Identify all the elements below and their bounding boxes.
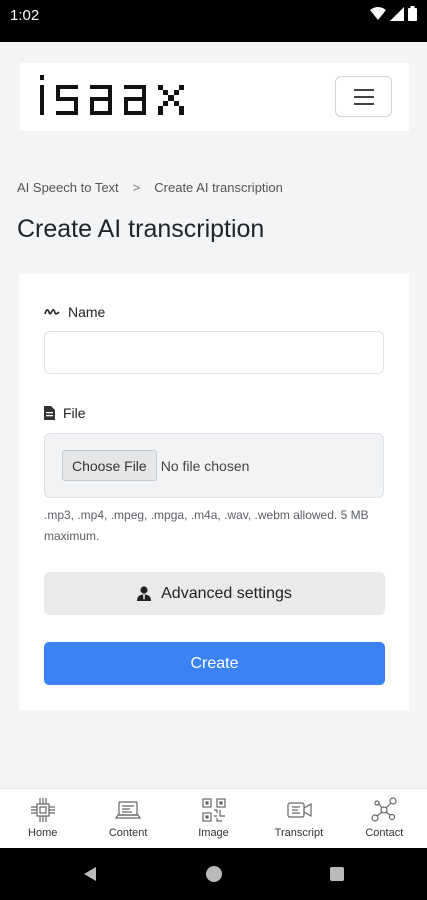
file-icon [44, 406, 55, 420]
nav-transcript[interactable]: Transcript [256, 789, 341, 848]
status-icons [370, 6, 417, 21]
file-help-text: .mp3, .mp4, .mpeg, .mpga, .m4a, .wav, .w… [44, 508, 369, 543]
laptop-icon [114, 801, 142, 819]
video-icon [287, 802, 312, 818]
breadcrumb-link-speech-to-text[interactable]: AI Speech to Text [17, 180, 119, 195]
status-time: 1:02 [10, 7, 40, 24]
file-label: File [44, 405, 86, 421]
nav-home[interactable]: Home [0, 789, 85, 848]
nav-image[interactable]: Image [171, 789, 256, 848]
hamburger-icon [353, 88, 374, 91]
form-card: Name File Choose File No file chosen .mp… [19, 274, 409, 710]
nav-content-label: Content [108, 827, 148, 839]
breadcrumb-current: Create AI transcription [154, 180, 283, 195]
menu-toggle-button[interactable] [335, 76, 392, 117]
create-button[interactable]: Create [44, 642, 385, 685]
isaax-logo[interactable] [38, 73, 218, 121]
choose-file-button[interactable]: Choose File [62, 450, 157, 481]
name-label: Name [44, 304, 105, 320]
no-file-chosen-text: No file chosen [160, 457, 250, 474]
bottom-navigation: Home Content Image Transcript Contact [0, 788, 427, 848]
breadcrumb-separator: > [132, 180, 141, 195]
network-icon [371, 797, 397, 822]
wifi-icon [370, 6, 386, 20]
top-navbar [20, 63, 409, 131]
signal-icon [390, 6, 404, 21]
user-tie-icon [137, 586, 152, 601]
file-label-text: File [63, 405, 86, 421]
status-bar: 1:02 [0, 0, 427, 42]
name-label-text: Name [68, 304, 106, 320]
name-input[interactable] [44, 331, 384, 374]
nav-contact[interactable]: Contact [342, 789, 427, 848]
file-input[interactable]: Choose File No file chosen [44, 433, 384, 498]
chip-icon [30, 798, 55, 822]
page-title: Create AI transcription [17, 215, 265, 243]
system-navigation-bar [0, 848, 427, 900]
nav-home-label: Home [28, 827, 58, 839]
nav-content[interactable]: Content [85, 789, 170, 848]
nav-image-label: Image [198, 827, 229, 839]
back-icon[interactable] [82, 866, 98, 882]
nav-contact-label: Contact [365, 827, 404, 839]
qr-image-icon [201, 798, 226, 822]
breadcrumb: AI Speech to Text > Create AI transcript… [17, 180, 283, 195]
advanced-settings-label: Advanced settings [161, 584, 292, 602]
signature-icon [44, 309, 60, 315]
recent-apps-icon[interactable] [330, 867, 344, 881]
advanced-settings-button[interactable]: Advanced settings [44, 572, 385, 615]
nav-transcript-label: Transcript [274, 827, 324, 839]
battery-icon [408, 6, 417, 21]
home-circle-icon[interactable] [206, 866, 222, 882]
